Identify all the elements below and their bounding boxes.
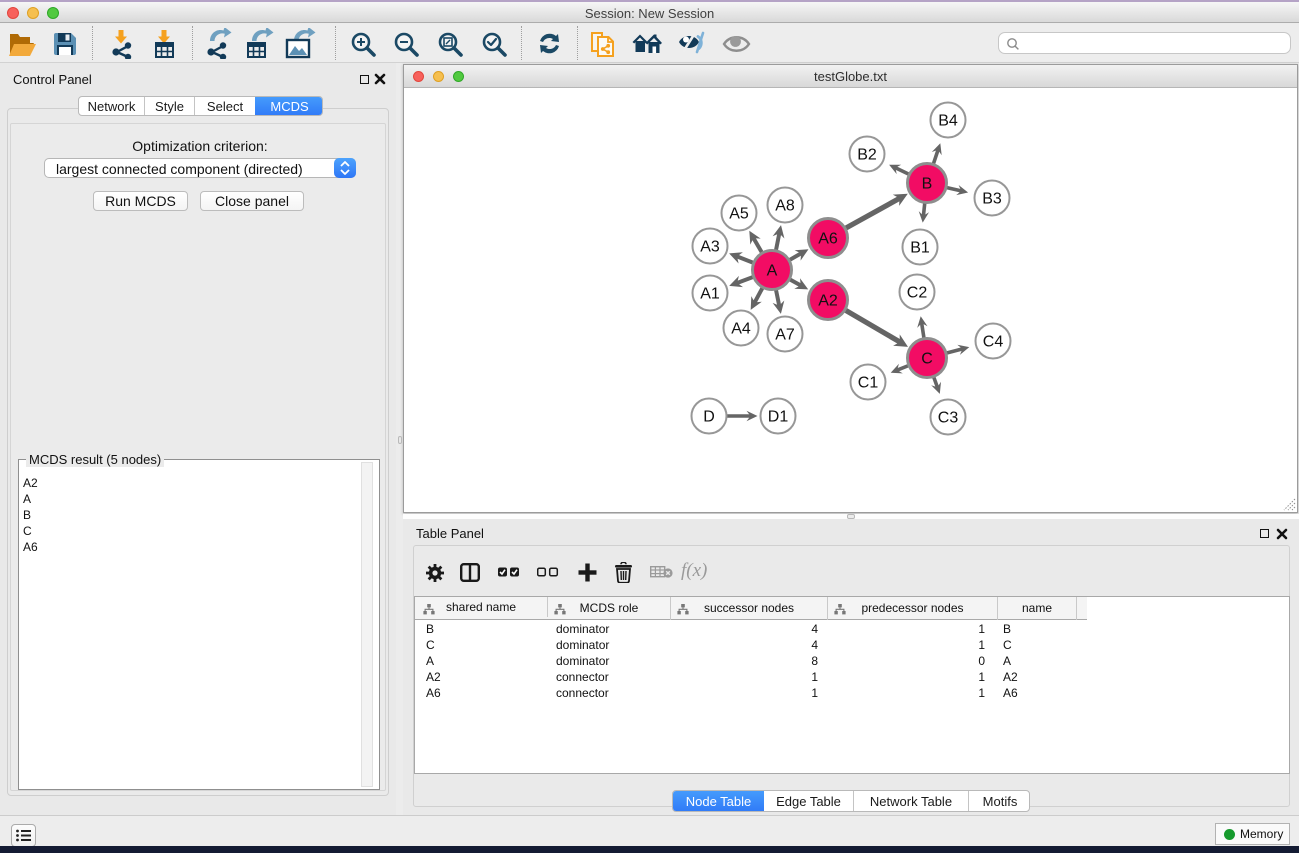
svg-text:C1: C1: [858, 375, 879, 392]
svg-text:B1: B1: [910, 240, 930, 257]
svg-text:A1: A1: [700, 286, 720, 303]
svg-text:A5: A5: [729, 206, 749, 223]
svg-text:B3: B3: [982, 191, 1002, 208]
svg-text:A3: A3: [700, 239, 720, 256]
svg-text:A7: A7: [775, 327, 795, 344]
svg-text:B2: B2: [857, 147, 877, 164]
svg-text:C4: C4: [983, 334, 1004, 351]
svg-text:A6: A6: [818, 231, 838, 248]
svg-text:C: C: [921, 351, 933, 368]
svg-text:A: A: [767, 263, 778, 280]
svg-text:C2: C2: [907, 285, 928, 302]
svg-text:B: B: [922, 176, 933, 193]
svg-text:C3: C3: [938, 410, 959, 427]
svg-text:A4: A4: [731, 321, 751, 338]
svg-text:D: D: [703, 409, 715, 426]
svg-text:B4: B4: [938, 113, 958, 130]
svg-text:D1: D1: [768, 409, 789, 426]
svg-text:A8: A8: [775, 198, 795, 215]
svg-text:A2: A2: [818, 293, 838, 310]
